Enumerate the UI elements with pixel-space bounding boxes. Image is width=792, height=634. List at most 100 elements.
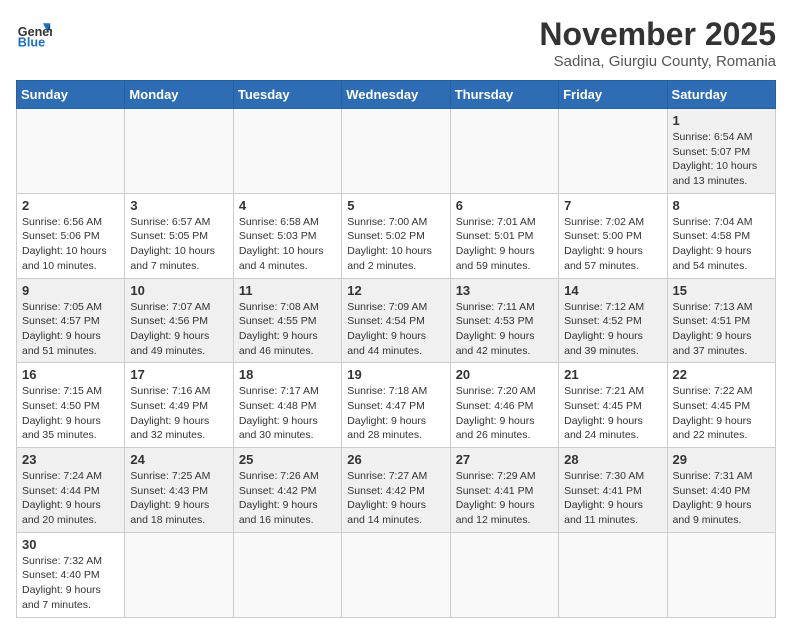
day-info: Sunrise: 7:02 AMSunset: 5:00 PMDaylight:… (564, 215, 661, 274)
day-info: Sunrise: 6:57 AMSunset: 5:05 PMDaylight:… (130, 215, 227, 274)
logo-icon: General Blue (16, 16, 52, 52)
calendar-day-cell: 9Sunrise: 7:05 AMSunset: 4:57 PMDaylight… (17, 278, 125, 363)
day-number: 8 (673, 198, 770, 213)
day-info: Sunrise: 7:17 AMSunset: 4:48 PMDaylight:… (239, 384, 336, 443)
day-number: 3 (130, 198, 227, 213)
day-info: Sunrise: 7:21 AMSunset: 4:45 PMDaylight:… (564, 384, 661, 443)
day-info: Sunrise: 7:24 AMSunset: 4:44 PMDaylight:… (22, 469, 119, 528)
calendar-table: SundayMondayTuesdayWednesdayThursdayFrid… (16, 80, 776, 618)
calendar-day-cell (667, 532, 775, 617)
calendar-day-cell (233, 109, 341, 194)
calendar-day-cell: 24Sunrise: 7:25 AMSunset: 4:43 PMDayligh… (125, 448, 233, 533)
calendar-week-row: 23 Sunrise: 7:24 AMSunset: 4:44 PMDayligh… (17, 448, 776, 533)
calendar-day-cell (233, 532, 341, 617)
calendar-day-cell: 27 Sunrise: 7:29 AMSunset: 4:41 PMDayligh… (450, 448, 558, 533)
day-info: Sunrise: 7:20 AMSunset: 4:46 PMDaylight:… (456, 384, 553, 443)
day-number: 7 (564, 198, 661, 213)
day-number: 26 (347, 452, 444, 467)
calendar-day-cell: 6 Sunrise: 7:01 AMSunset: 5:01 PMDaylight… (450, 193, 558, 278)
calendar-day-cell: 20Sunrise: 7:20 AMSunset: 4:46 PMDayligh… (450, 363, 558, 448)
day-info: Sunrise: 6:56 AMSunset: 5:06 PMDaylight:… (22, 215, 119, 274)
day-number: 11 (239, 283, 336, 298)
calendar-day-cell: 8 Sunrise: 7:04 AMSunset: 4:58 PMDaylight… (667, 193, 775, 278)
calendar-day-cell: 12Sunrise: 7:09 AMSunset: 4:54 PMDayligh… (342, 278, 450, 363)
calendar-day-cell (342, 109, 450, 194)
day-info: Sunrise: 7:13 AMSunset: 4:51 PMDaylight:… (673, 300, 770, 359)
calendar-day-cell: 10Sunrise: 7:07 AMSunset: 4:56 PMDayligh… (125, 278, 233, 363)
day-info: Sunrise: 6:58 AMSunset: 5:03 PMDaylight:… (239, 215, 336, 274)
day-info: Sunrise: 7:30 AMSunset: 4:41 PMDaylight:… (564, 469, 661, 528)
calendar-day-cell: 5 Sunrise: 7:00 AMSunset: 5:02 PMDaylight… (342, 193, 450, 278)
day-info: Sunrise: 7:25 AMSunset: 4:43 PMDaylight:… (130, 469, 227, 528)
title-block: November 2025 Sadina, Giurgiu County, Ro… (539, 16, 776, 70)
weekday-header-thursday: Thursday (450, 81, 558, 109)
calendar-day-cell (125, 109, 233, 194)
day-info: Sunrise: 7:22 AMSunset: 4:45 PMDaylight:… (673, 384, 770, 443)
day-info: Sunrise: 7:15 AMSunset: 4:50 PMDaylight:… (22, 384, 119, 443)
day-number: 2 (22, 198, 119, 213)
calendar-day-cell (559, 109, 667, 194)
day-number: 10 (130, 283, 227, 298)
day-info: Sunrise: 7:12 AMSunset: 4:52 PMDaylight:… (564, 300, 661, 359)
day-number: 13 (456, 283, 553, 298)
calendar-day-cell: 11Sunrise: 7:08 AMSunset: 4:55 PMDayligh… (233, 278, 341, 363)
day-number: 21 (564, 367, 661, 382)
day-number: 4 (239, 198, 336, 213)
logo: General Blue (16, 16, 52, 52)
day-number: 29 (673, 452, 770, 467)
day-number: 25 (239, 452, 336, 467)
calendar-day-cell: 23 Sunrise: 7:24 AMSunset: 4:44 PMDayligh… (17, 448, 125, 533)
calendar-day-cell: 21 Sunrise: 7:21 AMSunset: 4:45 PMDayligh… (559, 363, 667, 448)
calendar-day-cell: 28 Sunrise: 7:30 AMSunset: 4:41 PMDayligh… (559, 448, 667, 533)
day-number: 23 (22, 452, 119, 467)
calendar-day-cell: 26Sunrise: 7:27 AMSunset: 4:42 PMDayligh… (342, 448, 450, 533)
day-number: 16 (22, 367, 119, 382)
day-info: Sunrise: 7:32 AMSunset: 4:40 PMDaylight:… (22, 554, 119, 613)
calendar-day-cell (17, 109, 125, 194)
calendar-day-cell: 7 Sunrise: 7:02 AMSunset: 5:00 PMDaylight… (559, 193, 667, 278)
day-number: 28 (564, 452, 661, 467)
day-info: Sunrise: 7:18 AMSunset: 4:47 PMDaylight:… (347, 384, 444, 443)
day-info: Sunrise: 7:00 AMSunset: 5:02 PMDaylight:… (347, 215, 444, 274)
calendar-day-cell (559, 532, 667, 617)
day-number: 19 (347, 367, 444, 382)
day-number: 1 (673, 113, 770, 128)
weekday-header-monday: Monday (125, 81, 233, 109)
calendar-day-cell: 16 Sunrise: 7:15 AMSunset: 4:50 PMDayligh… (17, 363, 125, 448)
day-info: Sunrise: 7:11 AMSunset: 4:53 PMDaylight:… (456, 300, 553, 359)
day-number: 6 (456, 198, 553, 213)
calendar-day-cell: 22 Sunrise: 7:22 AMSunset: 4:45 PMDayligh… (667, 363, 775, 448)
calendar-day-cell: 13 Sunrise: 7:11 AMSunset: 4:53 PMDayligh… (450, 278, 558, 363)
day-number: 14 (564, 283, 661, 298)
weekday-header-friday: Friday (559, 81, 667, 109)
day-number: 17 (130, 367, 227, 382)
calendar-week-row: 1 Sunrise: 6:54 AMSunset: 5:07 PMDaylight… (17, 109, 776, 194)
day-info: Sunrise: 7:05 AMSunset: 4:57 PMDaylight:… (22, 300, 119, 359)
day-number: 12 (347, 283, 444, 298)
calendar-day-cell (342, 532, 450, 617)
day-number: 18 (239, 367, 336, 382)
calendar-day-cell: 30 Sunrise: 7:32 AMSunset: 4:40 PMDayligh… (17, 532, 125, 617)
weekday-header-saturday: Saturday (667, 81, 775, 109)
calendar-day-cell: 18 Sunrise: 7:17 AMSunset: 4:48 PMDayligh… (233, 363, 341, 448)
day-number: 22 (673, 367, 770, 382)
day-number: 30 (22, 537, 119, 552)
day-info: Sunrise: 6:54 AMSunset: 5:07 PMDaylight:… (673, 130, 770, 189)
day-info: Sunrise: 7:26 AMSunset: 4:42 PMDaylight:… (239, 469, 336, 528)
calendar-day-cell: 19 Sunrise: 7:18 AMSunset: 4:47 PMDayligh… (342, 363, 450, 448)
day-info: Sunrise: 7:04 AMSunset: 4:58 PMDaylight:… (673, 215, 770, 274)
day-info: Sunrise: 7:29 AMSunset: 4:41 PMDaylight:… (456, 469, 553, 528)
calendar-day-cell (450, 109, 558, 194)
weekday-header-sunday: Sunday (17, 81, 125, 109)
day-number: 15 (673, 283, 770, 298)
calendar-week-row: 30 Sunrise: 7:32 AMSunset: 4:40 PMDayligh… (17, 532, 776, 617)
location-subtitle: Sadina, Giurgiu County, Romania (539, 53, 776, 70)
day-number: 5 (347, 198, 444, 213)
day-info: Sunrise: 7:01 AMSunset: 5:01 PMDaylight:… (456, 215, 553, 274)
day-info: Sunrise: 7:16 AMSunset: 4:49 PMDaylight:… (130, 384, 227, 443)
weekday-header-row: SundayMondayTuesdayWednesdayThursdayFrid… (17, 81, 776, 109)
calendar-day-cell: 29Sunrise: 7:31 AMSunset: 4:40 PMDayligh… (667, 448, 775, 533)
calendar-day-cell (450, 532, 558, 617)
calendar-day-cell: 14 Sunrise: 7:12 AMSunset: 4:52 PMDayligh… (559, 278, 667, 363)
day-number: 27 (456, 452, 553, 467)
